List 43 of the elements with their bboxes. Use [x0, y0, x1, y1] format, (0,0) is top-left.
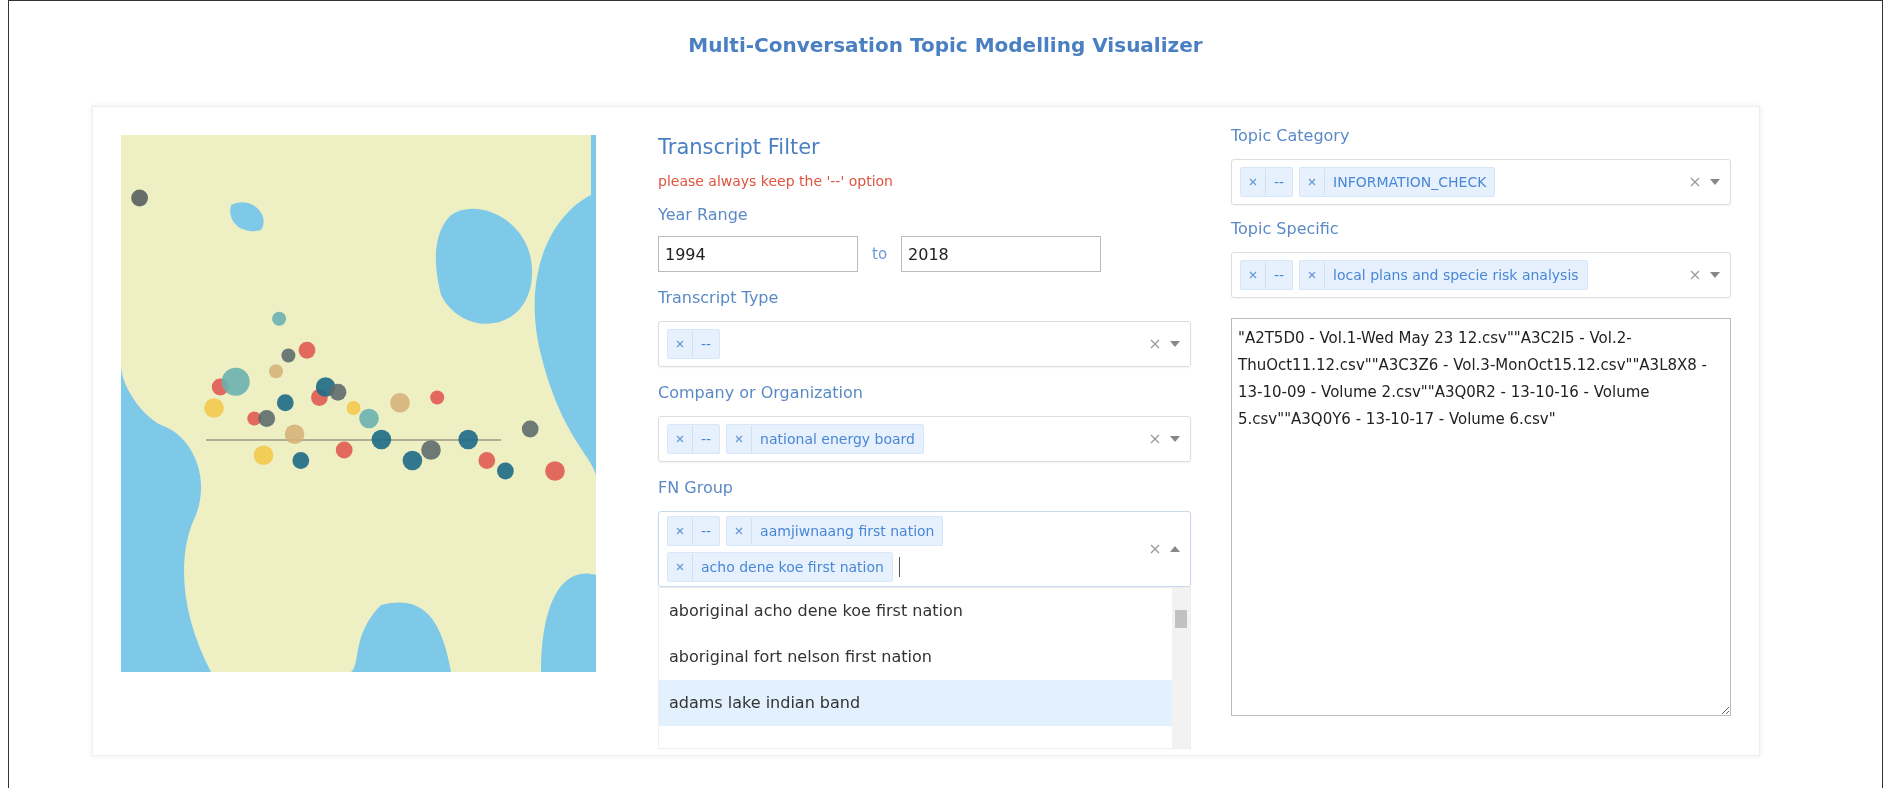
tag-chip[interactable]: --	[1240, 167, 1294, 197]
tag-chip[interactable]: aamjiwnaang first nation	[726, 516, 944, 546]
caret-icon[interactable]	[1710, 272, 1720, 278]
page-title: Multi-Conversation Topic Modelling Visualizer	[687, 32, 1204, 59]
tag-chip[interactable]: acho dene koe first nation	[667, 552, 893, 582]
tag-chip[interactable]: --	[1240, 260, 1294, 290]
year-to-field[interactable]: 2018	[901, 236, 1102, 272]
year-from-field[interactable]: 1994	[658, 236, 858, 272]
multiselect-field[interactable]: -- INFORMATION_CHECK	[1231, 159, 1731, 205]
clear-icon[interactable]	[1150, 434, 1160, 444]
caret-icon[interactable]	[1170, 436, 1180, 442]
file-list-textarea[interactable]: "A2T5D0 - Vol.1-Wed May 23 12.csv""A3C2I5 - Vol.2-ThuOct11.12.csv""A3C3Z6 - Vol.3-MonOct15.12.csv""A3L8X8 - 13-10-09 - Volume 2.csv""A3Q0R2 - 13-10-16 - Volume 5.csv""A3Q0Y6 - 13-10-17 - Volume 6.csv"	[1231, 318, 1731, 716]
caret-icon[interactable]	[1170, 341, 1180, 347]
clear-icon[interactable]	[1690, 177, 1700, 187]
tag-chip[interactable]: --	[667, 424, 721, 454]
clear-icon[interactable]	[1150, 544, 1160, 554]
tag-chip[interactable]: --	[667, 516, 721, 546]
warning-text: please always keep the '--' option	[658, 173, 894, 189]
filter-heading: Transcript Filter	[658, 135, 821, 159]
dropdown-option[interactable]: aboriginal acho dene koe first nation	[659, 588, 1172, 634]
clear-icon[interactable]	[1690, 270, 1700, 280]
dropdown-option[interactable]: adams lake indian band	[659, 680, 1172, 726]
field-label: FN Group	[658, 478, 734, 497]
multiselect-field[interactable]: -- local plans and specie risk analysis	[1231, 252, 1731, 298]
range-separator: to	[872, 245, 888, 263]
field-label: Company or Organization	[658, 383, 864, 402]
tag-chip[interactable]: local plans and specie risk analysis	[1299, 260, 1588, 290]
scrollbar[interactable]	[1172, 588, 1190, 748]
field-label: Topic Category	[1231, 126, 1351, 145]
multiselect-field[interactable]: -- national energy board	[658, 416, 1191, 462]
tag-chip[interactable]: --	[667, 329, 721, 359]
field-label: Topic Specific	[1231, 219, 1340, 238]
clear-icon[interactable]	[1150, 339, 1160, 349]
multiselect-field[interactable]: -- aamjiwnaang first nation acho dene koe first nation	[658, 511, 1191, 587]
tag-chip[interactable]: INFORMATION_CHECK	[1299, 167, 1496, 197]
tag-chip[interactable]: national energy board	[726, 424, 924, 454]
field-label: Year Range	[658, 205, 749, 224]
text-cursor	[898, 557, 900, 577]
dropdown-option[interactable]: aboriginal fort nelson first nation	[659, 634, 1172, 680]
caret-icon[interactable]	[1710, 179, 1720, 185]
caret-icon[interactable]	[1170, 546, 1180, 552]
multiselect-field[interactable]: --	[658, 321, 1191, 367]
field-label: Transcript Type	[658, 288, 780, 307]
